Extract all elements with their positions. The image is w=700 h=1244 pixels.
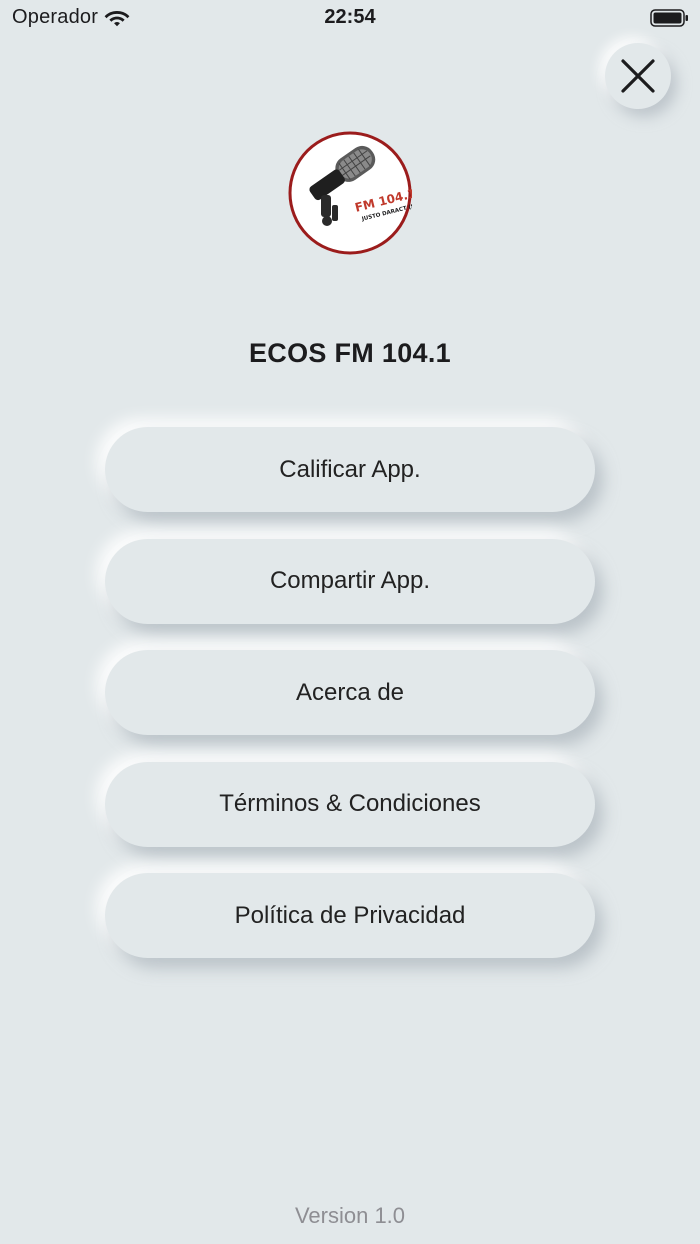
terms-button[interactable]: Términos & Condiciones bbox=[105, 761, 595, 847]
status-time: 22:54 bbox=[324, 6, 376, 28]
rate-app-button[interactable]: Calificar App. bbox=[105, 427, 595, 512]
close-icon bbox=[621, 59, 655, 93]
share-app-button[interactable]: Compartir App. bbox=[105, 538, 595, 624]
about-button[interactable]: Acerca de bbox=[105, 650, 595, 735]
close-button[interactable] bbox=[605, 43, 671, 109]
status-bar: Operador 22:54 bbox=[0, 0, 700, 36]
battery-icon bbox=[650, 9, 688, 27]
app-title: ECOS FM 104.1 bbox=[249, 338, 451, 368]
ecos-fm-logo: FM 104.1 JUSTO DARACT (S. L.) bbox=[288, 131, 412, 255]
privacy-policy-button[interactable]: Política de Privacidad bbox=[105, 873, 595, 958]
version-label: Version 1.0 bbox=[294, 1203, 406, 1228]
menu-list: Calificar App. Compartir App. Acerca de … bbox=[105, 427, 595, 985]
